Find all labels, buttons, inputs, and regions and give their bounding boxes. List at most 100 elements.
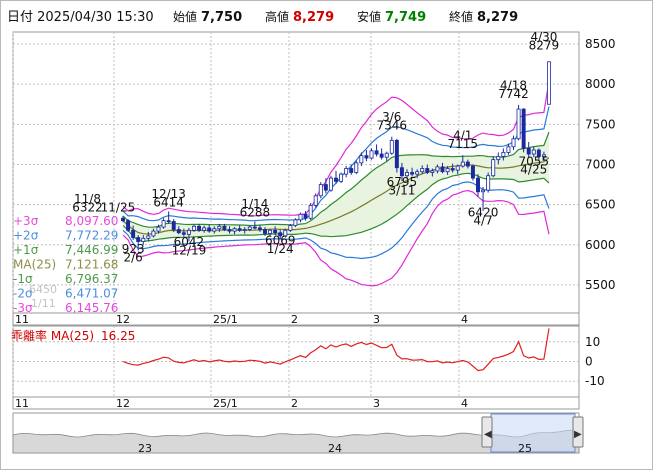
candle-body [141, 237, 146, 242]
main-price-panel: 850080007500700065006000550011/8632211/2… [12, 30, 616, 315]
candle-body [420, 168, 425, 173]
x-month-label: 2 [291, 397, 298, 410]
candle-body [460, 161, 465, 167]
candle-body [131, 229, 136, 238]
month-axis-top: 11 12 25/1 2 3 4 [12, 312, 580, 326]
candle-body [415, 171, 420, 175]
candle-body [486, 175, 491, 191]
candle-body [511, 138, 516, 148]
x-month-label: 4 [461, 313, 468, 326]
candle-body [389, 139, 394, 154]
navigator-right-arrow-icon: ▶ [574, 429, 582, 440]
chart-window: 日付 2025/04/30 15:30 始値 7,750 高値 8,279 安値… [0, 0, 653, 470]
candle-body [344, 168, 349, 175]
candle-body [232, 228, 237, 232]
candlestick-chart: 日付 2025/04/30 15:30 始値 7,750 高値 8,279 安値… [7, 9, 616, 455]
candle-body [171, 221, 176, 230]
price-annotation: 2/6 [123, 251, 142, 265]
candle-body [176, 229, 181, 234]
dev-y-tick-label: -10 [585, 374, 605, 388]
x-month-label: 2 [291, 313, 298, 326]
candle-body [516, 108, 521, 140]
x-month-label: 11 [15, 313, 29, 326]
candle-body [318, 184, 323, 197]
candle-body [410, 172, 415, 175]
candle-body [197, 225, 202, 231]
candle-body [121, 217, 125, 222]
candle-body [207, 227, 212, 232]
candle-body [212, 228, 217, 232]
candle-body [359, 155, 364, 164]
legend-label: +3σ [13, 214, 39, 228]
candle-body [339, 173, 344, 182]
candle-body [156, 226, 161, 232]
header-open-label: 始値 [173, 9, 197, 24]
deviation-label: 乖離率 MA(25) [11, 328, 94, 343]
header-low-label: 安値 [357, 9, 381, 24]
candle-body [354, 162, 359, 173]
candle-body [435, 166, 440, 172]
candle-body [136, 237, 141, 242]
candle-body [186, 229, 191, 235]
navigator-year-label: 24 [328, 442, 342, 455]
legend-label: +2σ [13, 229, 39, 243]
navigator-year-label: 23 [138, 442, 152, 455]
candle-body [334, 177, 338, 182]
price-annotation: 7742 [498, 87, 529, 101]
candle-body [465, 161, 470, 167]
price-annotation: 6288 [240, 206, 271, 220]
header-high-label: 高値 [265, 9, 289, 24]
y-tick-label: 8000 [585, 77, 616, 91]
legend-value: 8,097.60 [65, 214, 118, 228]
y-tick-label: 7500 [585, 117, 616, 131]
deviation-value: 16.25 [101, 329, 135, 343]
candle-body [166, 220, 171, 223]
price-annotation: 7346 [377, 119, 408, 133]
y-tick-label: 7000 [585, 157, 616, 171]
header-close-value: 8,279 [477, 10, 518, 25]
price-annotation: 6414 [153, 196, 184, 210]
candle-body [450, 168, 455, 171]
y-tick-label: 8500 [585, 37, 616, 51]
header-high-value: 8,279 [293, 10, 334, 25]
x-month-label: 3 [373, 313, 380, 326]
navigator-selection [490, 413, 576, 453]
candle-body [476, 177, 480, 193]
candle-body [379, 153, 384, 158]
candle-body [146, 235, 151, 239]
candle-body [440, 166, 445, 173]
candle-body [526, 148, 531, 155]
y-tick-label: 5500 [585, 278, 616, 292]
price-annotation: 11/25 [101, 200, 136, 214]
candle-body [126, 220, 131, 231]
navigator-year-label: 25 [518, 442, 532, 455]
header-datetime: 日付 2025/04/30 15:30 [7, 10, 154, 25]
candle-body [237, 228, 242, 231]
candle-body [547, 61, 551, 105]
legend-label: +1σ [13, 243, 39, 257]
obscured-label: 6450 [29, 283, 57, 296]
candle-body [470, 165, 475, 179]
legend-value: 6,471.07 [65, 287, 118, 301]
x-month-label: 12 [116, 313, 130, 326]
price-annotation: 12/19 [172, 243, 207, 257]
candle-body [151, 230, 156, 237]
legend-value: 6,796.37 [65, 272, 118, 286]
candle-body [252, 226, 257, 229]
candle-body [273, 229, 278, 234]
x-month-label: 12 [116, 397, 130, 410]
x-month-label: 4 [461, 397, 468, 410]
candle-body [455, 165, 460, 171]
price-annotation: 7115 [448, 137, 479, 151]
navigator-panel[interactable]: ◀ ▶ 23 24 25 [12, 412, 584, 455]
candle-body [445, 168, 450, 173]
candle-body [323, 184, 328, 191]
y-tick-label: 6000 [585, 238, 616, 252]
candle-body [227, 229, 232, 232]
price-annotation: 8279 [529, 38, 560, 52]
price-annotation: 4/7 [473, 214, 492, 228]
candle-body [384, 152, 389, 158]
candle-body [192, 225, 196, 231]
price-annotation: 4/25 [520, 163, 547, 177]
header-open-value: 7,750 [201, 10, 242, 25]
